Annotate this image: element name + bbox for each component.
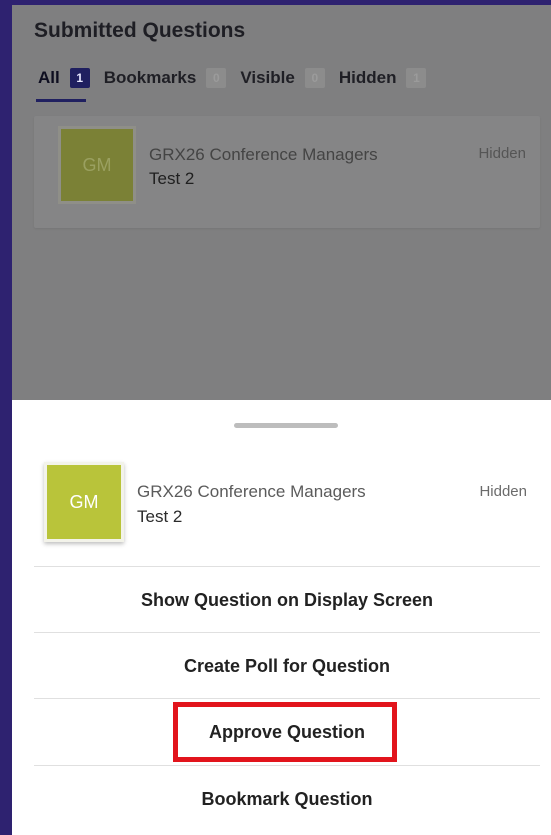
tab-hidden[interactable]: Hidden 1 <box>339 68 427 88</box>
avatar: GM <box>58 126 136 204</box>
sheet-drag-handle[interactable] <box>234 423 338 428</box>
highlight-annotation-box <box>173 702 397 762</box>
status-badge: Hidden <box>479 483 527 500</box>
tab-count-badge: 0 <box>304 68 325 88</box>
avatar-initials: GM <box>82 154 112 175</box>
avatar: GM <box>44 462 124 542</box>
question-text: Test 2 <box>137 507 183 526</box>
question-actions-sheet: GM GRX26 Conference Managers Test 2 Hidd… <box>12 400 551 835</box>
active-tab-indicator <box>36 99 86 102</box>
selected-question-card: GM GRX26 Conference Managers Test 2 Hidd… <box>12 440 551 560</box>
tab-all[interactable]: All 1 <box>38 68 90 88</box>
avatar-initials: GM <box>69 491 99 512</box>
filter-tabs: All 1 Bookmarks 0 Visible 0 Hidden 1 <box>38 68 440 88</box>
bookmark-question-button[interactable]: Bookmark Question <box>34 766 540 832</box>
tab-label: Hidden <box>338 68 397 87</box>
tab-bookmarks[interactable]: Bookmarks 0 <box>104 68 227 88</box>
create-poll-button[interactable]: Create Poll for Question <box>34 633 540 699</box>
tab-count-badge: 0 <box>206 68 227 88</box>
question-card[interactable]: GM GRX26 Conference Managers Test 2 Hidd… <box>34 116 540 228</box>
tab-label: Bookmarks <box>103 68 197 87</box>
tab-count-badge: 1 <box>69 68 90 88</box>
show-on-display-button[interactable]: Show Question on Display Screen <box>34 567 540 633</box>
window-frame-left <box>0 0 12 835</box>
page-title: Submitted Questions <box>34 19 246 42</box>
tab-visible[interactable]: Visible 0 <box>240 68 325 88</box>
submitted-questions-screen: Submitted Questions All 1 Bookmarks 0 Vi… <box>12 5 551 400</box>
tab-count-badge: 1 <box>406 68 427 88</box>
question-text: Test 2 <box>149 169 195 188</box>
question-author: GRX26 Conference Managers <box>137 482 366 501</box>
question-author: GRX26 Conference Managers <box>149 145 378 164</box>
tab-label: All <box>38 68 60 87</box>
tab-label: Visible <box>240 68 295 87</box>
status-badge: Hidden <box>478 145 526 162</box>
